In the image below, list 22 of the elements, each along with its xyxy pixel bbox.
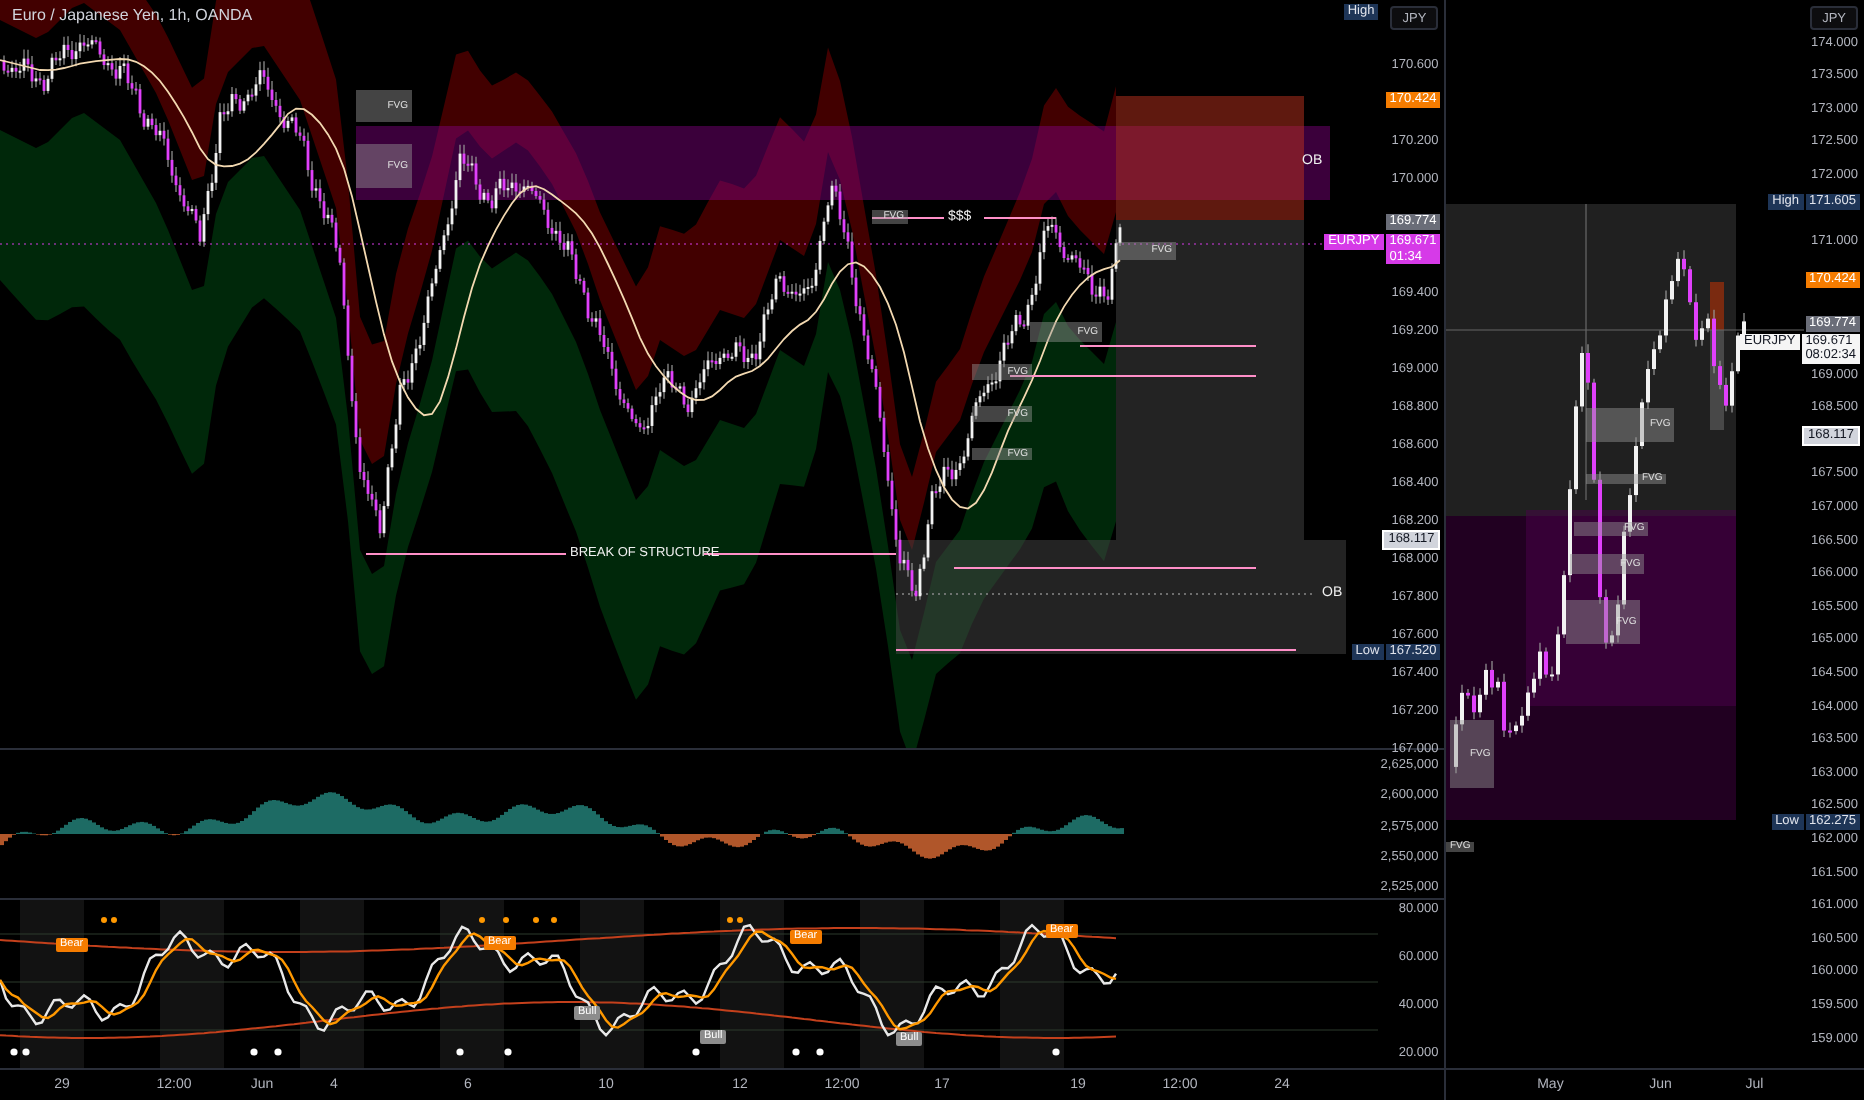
signal-dot: [250, 1048, 258, 1056]
signal-dot: [533, 917, 539, 923]
signal-dot: [816, 1048, 824, 1056]
signal-dot: [101, 917, 107, 923]
level-line: [871, 217, 945, 219]
signal-dot: [692, 1048, 700, 1056]
signal-dot: [792, 1048, 800, 1056]
level-line: [983, 217, 1057, 219]
signal-dot: [504, 1048, 512, 1056]
signal-dot: [456, 1048, 464, 1056]
order-block-zone: [1710, 282, 1725, 330]
signal-dot: [111, 917, 117, 923]
chart-title: Euro / Japanese Yen, 1h, OANDA: [12, 6, 253, 24]
signal-dot: [1052, 1048, 1060, 1056]
signal-dot: [274, 1048, 282, 1056]
signal-dot: [22, 1048, 30, 1056]
signal-dot: [737, 917, 743, 923]
signal-dot: [479, 917, 485, 923]
signal-dot: [10, 1048, 18, 1056]
signal-dot: [727, 917, 733, 923]
signal-dot: [503, 917, 509, 923]
signal-dot: [551, 917, 557, 923]
